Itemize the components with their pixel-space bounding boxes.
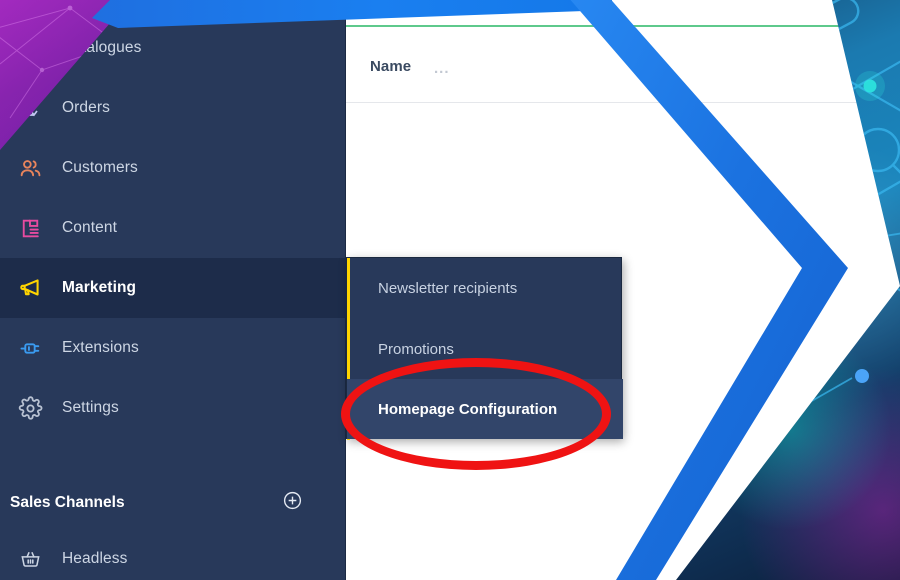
screenshot-root: Name ... Catalogues Orders Customers Con… bbox=[0, 0, 900, 580]
orders-icon bbox=[8, 96, 52, 120]
sidebar-section-sales-channels: Sales Channels bbox=[0, 478, 346, 528]
plus-circle-icon[interactable] bbox=[282, 490, 303, 516]
sidebar-item-label: Catalogues bbox=[62, 39, 142, 56]
sidebar: Catalogues Orders Customers Content Mark… bbox=[0, 0, 346, 580]
sidebar-item-customers[interactable]: Customers bbox=[0, 138, 346, 198]
plug-icon bbox=[8, 336, 52, 361]
sidebar-item-marketing[interactable]: Marketing bbox=[0, 258, 346, 318]
sidebar-item-label: Orders bbox=[62, 99, 110, 116]
catalogue-icon bbox=[8, 36, 52, 60]
submenu-item-label: Newsletter recipients bbox=[378, 279, 518, 297]
content-icon bbox=[8, 216, 52, 241]
basket-icon bbox=[8, 548, 52, 571]
sidebar-item-content[interactable]: Content bbox=[0, 198, 346, 258]
sales-channels-title: Sales Channels bbox=[10, 494, 125, 511]
sidebar-item-label: Headless bbox=[62, 550, 128, 567]
sidebar-item-catalogues[interactable]: Catalogues bbox=[0, 18, 346, 78]
megaphone-icon bbox=[8, 275, 52, 301]
sidebar-item-orders[interactable]: Orders bbox=[0, 78, 346, 138]
sidebar-item-settings[interactable]: Settings bbox=[0, 378, 346, 438]
customers-icon bbox=[8, 156, 52, 181]
sidebar-item-label: Extensions bbox=[62, 339, 139, 356]
sidebar-item-label: Marketing bbox=[62, 279, 137, 296]
sidebar-item-label: Content bbox=[62, 219, 117, 236]
table-column-header-name[interactable]: Name bbox=[370, 58, 411, 75]
sidebar-item-extensions[interactable]: Extensions bbox=[0, 318, 346, 378]
gear-icon bbox=[8, 395, 52, 421]
annotation-ellipse-homepage-configuration bbox=[341, 358, 611, 470]
sidebar-item-label: Customers bbox=[62, 159, 138, 176]
submenu-item-label: Promotions bbox=[378, 340, 454, 358]
table-header-row bbox=[346, 27, 900, 103]
sidebar-item-label: Settings bbox=[62, 399, 119, 416]
ellipsis-icon[interactable]: ... bbox=[434, 60, 450, 77]
submenu-item-newsletter-recipients[interactable]: Newsletter recipients bbox=[347, 258, 623, 318]
sidebar-item-headless[interactable]: Headless bbox=[0, 529, 346, 580]
